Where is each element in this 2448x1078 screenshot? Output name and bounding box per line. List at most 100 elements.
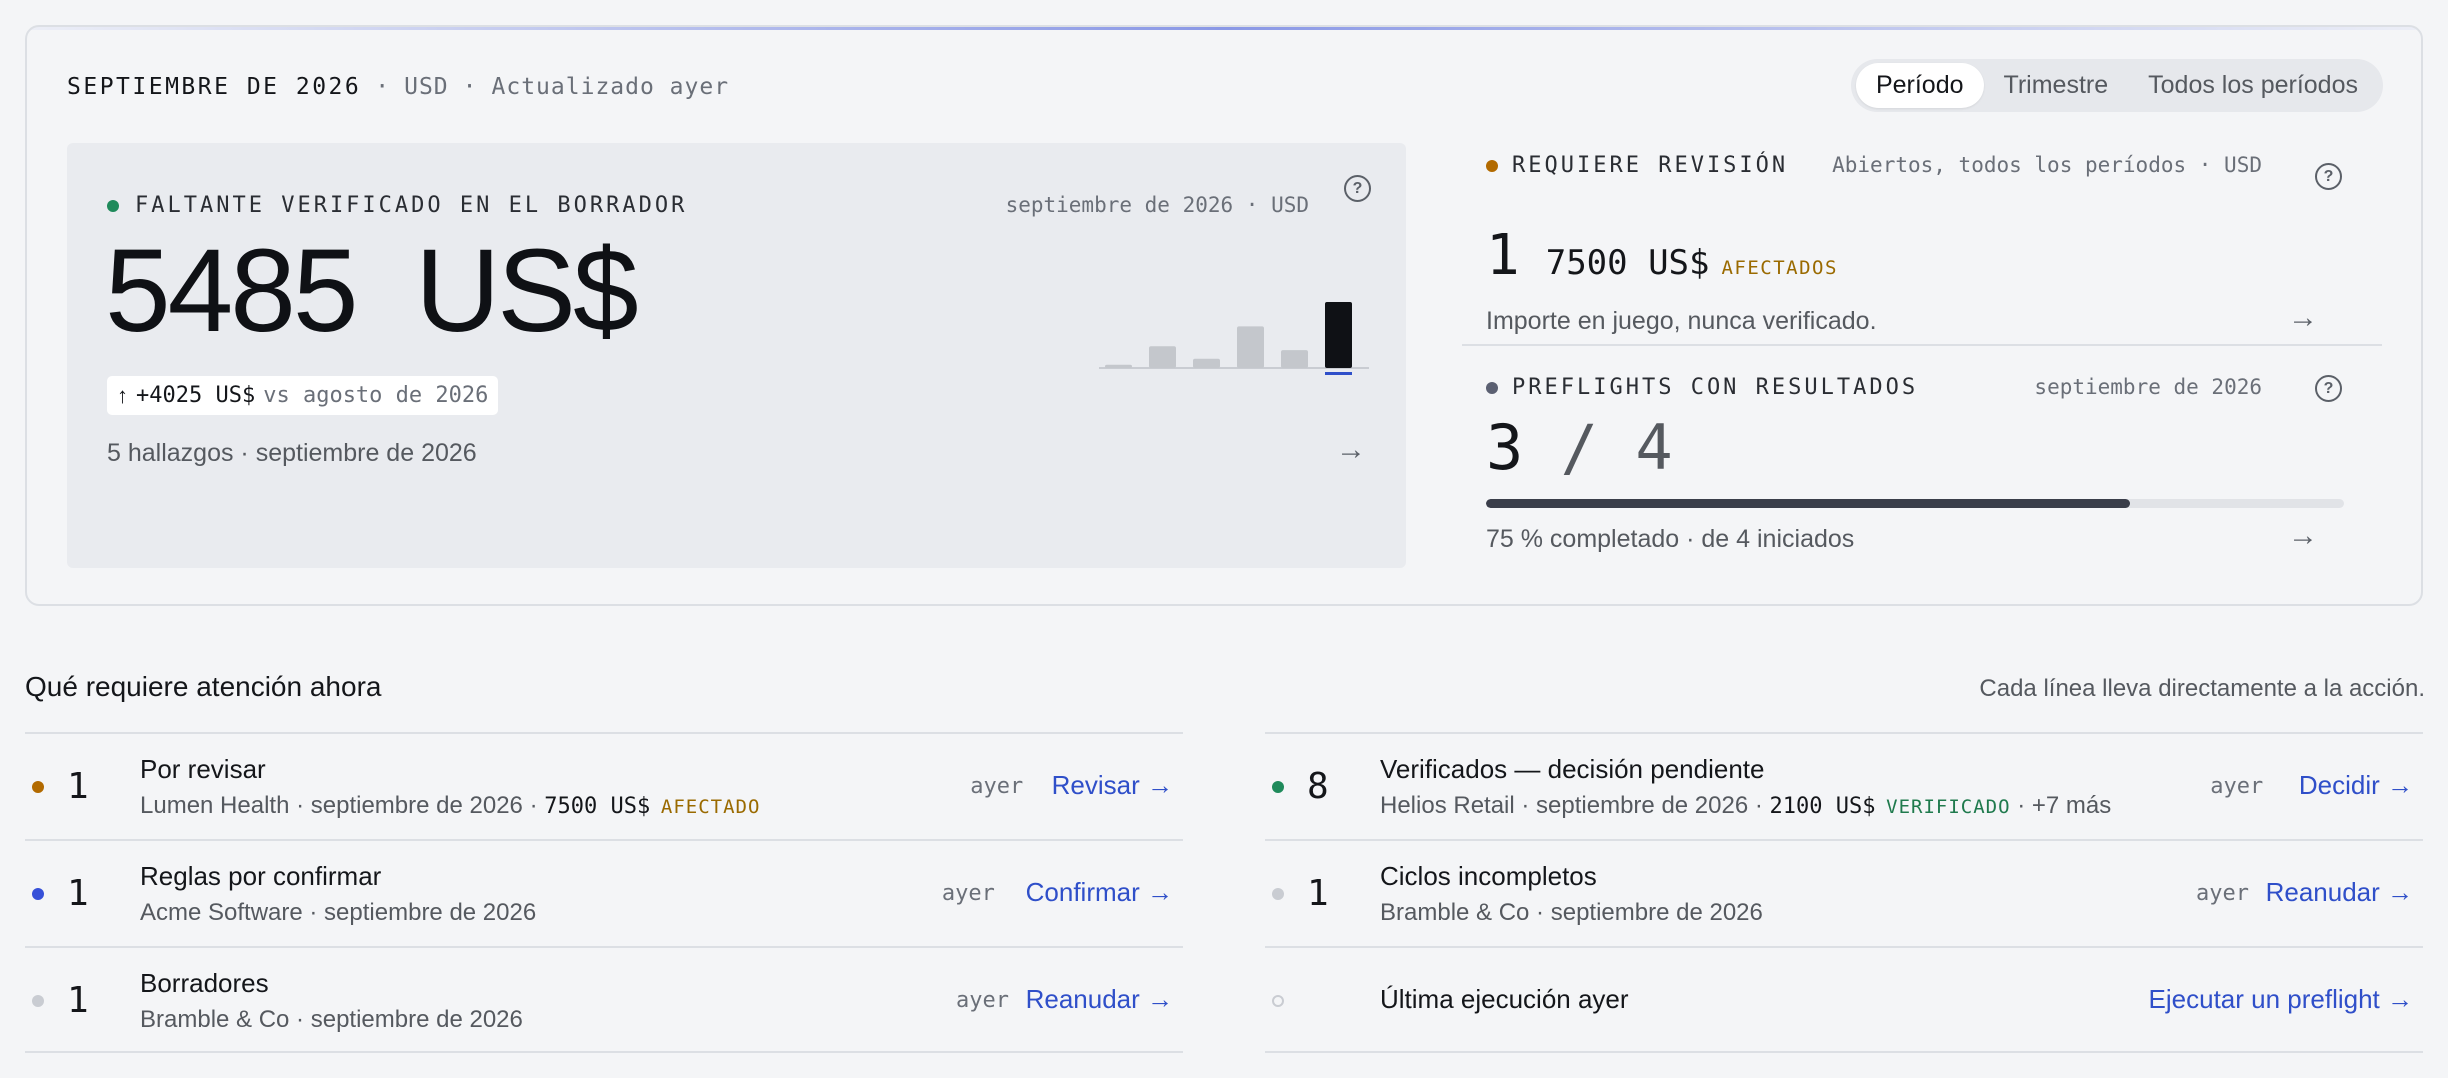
metric-label-text: FALTANTE VERIFICADO EN EL BORRADOR bbox=[135, 193, 688, 218]
attention-list-right: 8 Verificados — decisión pendiente Helios … bbox=[1265, 732, 2423, 1053]
row-count: 1 bbox=[67, 980, 89, 1021]
review-label-text: REQUIERE REVISIÓN bbox=[1512, 153, 1789, 178]
row-count: 8 bbox=[1307, 766, 1329, 807]
row-title: Borradores bbox=[140, 968, 269, 998]
attention-title: Qué requiere atención ahora bbox=[25, 671, 382, 702]
arrow-right-icon[interactable]: → bbox=[2288, 519, 2318, 553]
attention-row[interactable]: 8 Verificados — decisión pendiente Helios … bbox=[1265, 732, 2423, 839]
row-when: ayer bbox=[970, 774, 1024, 799]
sparkline-bar bbox=[1193, 358, 1220, 368]
row-action-link[interactable]: Revisar → bbox=[1052, 770, 1173, 801]
attention-row[interactable]: 1 Ciclos incompletos Bramble & Co · septie… bbox=[1265, 839, 2423, 946]
attention-row[interactable]: Última ejecución ayer Ejecutar un preflig… bbox=[1265, 946, 2423, 1053]
segment-todos[interactable]: Todos los períodos bbox=[2128, 63, 2378, 108]
row-context: Bramble & Co · septiembre de 2026 bbox=[1380, 899, 1763, 926]
row-context: Acme Software · septiembre de 2026 bbox=[140, 899, 537, 926]
preflights-label-text: PREFLIGHTS CON RESULTADOS bbox=[1512, 375, 1919, 400]
segment-trimestre[interactable]: Trimestre bbox=[1984, 63, 2129, 108]
attention-list-left: 1 Por revisar Lumen Health · septiembre de… bbox=[25, 732, 1183, 1053]
preflights-done: 3 bbox=[1486, 411, 1524, 484]
metric-number: 5485 bbox=[105, 225, 359, 357]
metric-meta: septiembre de 2026 · USD bbox=[1005, 193, 1309, 217]
row-title: Verificados — decisión pendiente bbox=[1380, 754, 1765, 784]
status-dot bbox=[1486, 381, 1498, 394]
row-action-link[interactable]: Decidir → bbox=[2299, 770, 2413, 801]
row-count: 1 bbox=[67, 766, 89, 807]
row-when: ayer bbox=[2210, 774, 2264, 799]
row-title: Reglas por confirmar bbox=[140, 861, 382, 891]
metric-footer: 5 hallazgos · septiembre de 2026 bbox=[107, 439, 477, 467]
arrow-right-icon[interactable]: → bbox=[1336, 433, 1366, 467]
review-amount: 7500 US$ bbox=[1545, 243, 1710, 283]
row-subtitle: Acme Software · septiembre de 2026 bbox=[140, 899, 536, 927]
separator: · bbox=[375, 74, 391, 100]
sparkline-bar bbox=[1325, 302, 1352, 368]
attention-row[interactable]: 1 Reglas por confirmar Acme Software · sep… bbox=[25, 839, 1183, 946]
review-meta: Abiertos, todos los períodos · USD bbox=[1832, 153, 2262, 177]
help-icon[interactable]: ? bbox=[2315, 163, 2342, 190]
row-count: 1 bbox=[1307, 873, 1329, 914]
progress-fill bbox=[1486, 499, 2130, 508]
review-tag: AFECTADOS bbox=[1721, 257, 1838, 279]
row-action-link[interactable]: Reanudar → bbox=[1026, 984, 1173, 1015]
preflights-total: 4 bbox=[1635, 411, 1673, 484]
row-action-link[interactable]: Reanudar → bbox=[2266, 877, 2413, 908]
row-tag: VERIFICADO bbox=[1886, 796, 2011, 818]
ratio-slash: / bbox=[1560, 411, 1598, 484]
period-meta: SEPTIEMBRE DE 2026 · USD · Actualizado ayer bbox=[67, 74, 729, 100]
row-when: ayer bbox=[956, 988, 1009, 1013]
overview-card: SEPTIEMBRE DE 2026 · USD · Actualizado ayer … bbox=[25, 25, 2423, 606]
arrow-right-icon[interactable]: → bbox=[2288, 301, 2318, 335]
row-action-link[interactable]: Confirmar → bbox=[1026, 877, 1173, 908]
row-amount: 7500 US$ bbox=[544, 794, 651, 819]
row-amount: 2100 US$ bbox=[1769, 794, 1876, 819]
delta-comparison: vs agosto de 2026 bbox=[263, 383, 489, 408]
updated-label: Actualizado ayer bbox=[491, 74, 730, 100]
status-dot bbox=[107, 199, 119, 212]
accent-line bbox=[27, 27, 2421, 30]
row-title: Por revisar bbox=[140, 754, 266, 784]
verified-shortfall-panel[interactable]: FALTANTE VERIFICADO EN EL BORRADOR septi… bbox=[67, 143, 1406, 568]
help-icon[interactable]: ? bbox=[2315, 375, 2342, 402]
attention-row[interactable]: 1 Borradores Bramble & Co · septiembre de … bbox=[25, 946, 1183, 1053]
metric-unit: US$ bbox=[415, 225, 639, 357]
status-dot bbox=[32, 781, 44, 793]
period-segmented-control: Período Trimestre Todos los períodos bbox=[1850, 59, 2383, 112]
review-count: 1 7500 US$ AFECTADOS bbox=[1486, 223, 1838, 288]
row-when: ayer bbox=[941, 881, 995, 906]
row-subtitle: Bramble & Co · septiembre de 2026 bbox=[140, 1006, 523, 1034]
sparkline-bar bbox=[1281, 350, 1308, 368]
help-icon[interactable]: ? bbox=[1344, 175, 1371, 202]
row-subtitle: Bramble & Co · septiembre de 2026 bbox=[1380, 899, 1763, 927]
period-currency: USD bbox=[404, 74, 449, 100]
row-count: 1 bbox=[67, 873, 89, 914]
row-context: Bramble & Co · septiembre de 2026 bbox=[140, 1006, 523, 1033]
status-dot bbox=[1272, 888, 1284, 900]
row-action-link[interactable]: Ejecutar un preflight → bbox=[2149, 984, 2413, 1015]
preflights-progress-bar bbox=[1486, 499, 2344, 508]
row-context: Helios Retail · septiembre de 2026 · bbox=[1380, 792, 1770, 819]
review-label: REQUIERE REVISIÓN bbox=[1486, 153, 1788, 178]
row-tag: AFECTADO bbox=[660, 796, 761, 818]
metric-label: FALTANTE VERIFICADO EN EL BORRADOR bbox=[107, 193, 687, 218]
segment-periodo[interactable]: Período bbox=[1855, 63, 1984, 108]
status-dot bbox=[1486, 159, 1498, 172]
sparkline-bar bbox=[1105, 364, 1132, 368]
metric-value: 5485 US$ bbox=[105, 223, 639, 359]
preflights-description: 75 % completado · de 4 iniciados bbox=[1486, 525, 1855, 553]
preflights-label: PREFLIGHTS CON RESULTADOS bbox=[1486, 375, 1918, 400]
attention-row[interactable]: 1 Por revisar Lumen Health · septiembre de… bbox=[25, 732, 1183, 839]
delta-value: +4025 US$ bbox=[136, 383, 256, 408]
preflights-meta: septiembre de 2026 bbox=[2034, 375, 2262, 399]
review-panel[interactable]: REQUIERE REVISIÓN Abiertos, todos los pe… bbox=[1462, 143, 2382, 346]
row-context: Lumen Health · septiembre de 2026 · bbox=[140, 792, 545, 819]
period-month: SEPTIEMBRE DE 2026 bbox=[67, 74, 362, 100]
delta-badge: ↑ +4025 US$ vs agosto de 2026 bbox=[107, 376, 499, 415]
status-dot bbox=[32, 888, 44, 900]
row-when: ayer bbox=[2196, 881, 2249, 906]
sparkline-bar bbox=[1237, 326, 1264, 368]
status-dot bbox=[1272, 781, 1284, 793]
status-dot bbox=[1272, 995, 1284, 1007]
preflights-panel[interactable]: PREFLIGHTS CON RESULTADOS septiembre de … bbox=[1462, 347, 2382, 568]
row-subtitle: Helios Retail · septiembre de 2026 · 210… bbox=[1380, 792, 2111, 820]
